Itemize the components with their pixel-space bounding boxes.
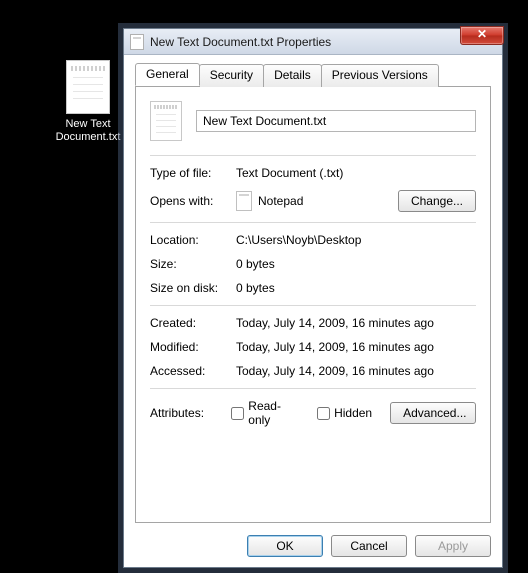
readonly-checkbox[interactable]: [231, 407, 244, 420]
attributes-label: Attributes:: [150, 406, 231, 420]
apply-button[interactable]: Apply: [415, 535, 491, 557]
hidden-checkbox-wrap[interactable]: Hidden: [317, 406, 372, 420]
titlebar[interactable]: New Text Document.txt Properties ✕: [124, 29, 502, 55]
desktop-file-label: New Text Document.txt: [48, 118, 128, 144]
text-file-icon: [130, 34, 144, 50]
size-label: Size:: [150, 257, 236, 271]
hidden-label: Hidden: [334, 406, 372, 420]
location-value: C:\Users\Noyb\Desktop: [236, 233, 476, 247]
close-button[interactable]: ✕: [460, 26, 504, 45]
type-of-file-value: Text Document (.txt): [236, 166, 476, 180]
tab-strip: General Security Details Previous Versio…: [135, 63, 491, 86]
tab-details[interactable]: Details: [263, 64, 322, 87]
accessed-value: Today, July 14, 2009, 16 minutes ago: [236, 364, 476, 378]
size-on-disk-label: Size on disk:: [150, 281, 236, 295]
divider: [150, 305, 476, 306]
modified-label: Modified:: [150, 340, 236, 354]
tab-previous-versions[interactable]: Previous Versions: [321, 64, 439, 87]
created-value: Today, July 14, 2009, 16 minutes ago: [236, 316, 476, 330]
text-file-icon: [150, 101, 182, 141]
tab-security[interactable]: Security: [199, 64, 264, 87]
change-button[interactable]: Change...: [398, 190, 476, 212]
dialog-buttons: OK Cancel Apply: [135, 523, 491, 557]
created-label: Created:: [150, 316, 236, 330]
notepad-icon: [236, 191, 252, 211]
hidden-checkbox[interactable]: [317, 407, 330, 420]
tabpanel-general: Type of file: Text Document (.txt) Opens…: [135, 86, 491, 523]
ok-button[interactable]: OK: [247, 535, 323, 557]
advanced-button[interactable]: Advanced...: [390, 402, 476, 424]
divider: [150, 155, 476, 156]
text-file-icon: [66, 60, 110, 114]
window-title: New Text Document.txt Properties: [150, 35, 331, 49]
modified-value: Today, July 14, 2009, 16 minutes ago: [236, 340, 476, 354]
properties-window: New Text Document.txt Properties ✕ Gener…: [123, 28, 503, 568]
cancel-button[interactable]: Cancel: [331, 535, 407, 557]
type-of-file-label: Type of file:: [150, 166, 236, 180]
divider: [150, 388, 476, 389]
size-value: 0 bytes: [236, 257, 476, 271]
readonly-checkbox-wrap[interactable]: Read-only: [231, 399, 299, 427]
divider: [150, 222, 476, 223]
opens-with-value: Notepad: [258, 194, 303, 208]
size-on-disk-value: 0 bytes: [236, 281, 476, 295]
client-area: General Security Details Previous Versio…: [124, 55, 502, 567]
tab-general[interactable]: General: [135, 63, 200, 86]
desktop-file-icon[interactable]: New Text Document.txt: [48, 60, 128, 144]
readonly-label: Read-only: [248, 399, 299, 427]
opens-with-label: Opens with:: [150, 194, 236, 208]
accessed-label: Accessed:: [150, 364, 236, 378]
location-label: Location:: [150, 233, 236, 247]
filename-input[interactable]: [196, 110, 476, 132]
